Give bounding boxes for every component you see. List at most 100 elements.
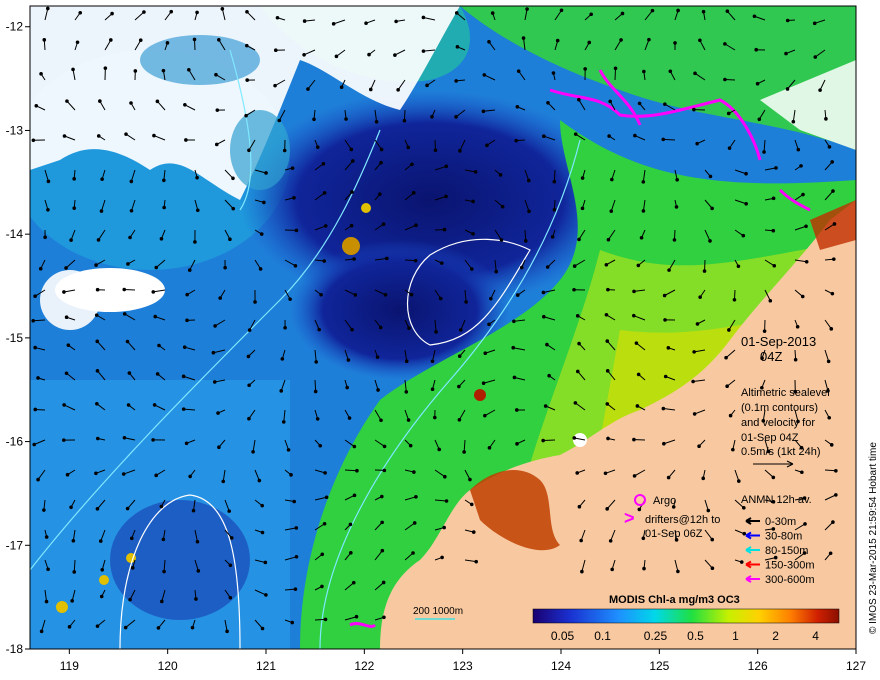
colorbar-tick-label: 0.5	[687, 629, 704, 643]
velocity-arrow-head	[583, 67, 587, 71]
x-axis: 119 120 121 122 123 124 125 126 127	[60, 649, 866, 673]
velocity-arrow-head	[432, 415, 437, 420]
velocity-arrow-head	[803, 522, 807, 526]
velocity-arrow-head	[129, 536, 134, 541]
velocity-arrow-head	[826, 359, 831, 364]
velocity-arrow-head	[650, 8, 655, 13]
velocity-arrow-head	[555, 38, 560, 43]
velocity-arrow-head	[129, 101, 133, 105]
velocity-arrow-head	[512, 375, 517, 380]
velocity-arrow-head	[320, 584, 324, 589]
velocity-arrow-head	[159, 236, 164, 241]
velocity-arrow-head	[64, 266, 68, 270]
velocity-arrow-head	[129, 208, 134, 213]
velocity-arrow-head	[345, 385, 349, 390]
velocity-arrow-head	[62, 134, 67, 138]
velocity-arrow-head	[95, 339, 100, 344]
velocity-arrow-head	[812, 21, 817, 26]
velocity-arrow-head	[404, 359, 409, 364]
velocity-arrow-head	[483, 351, 488, 356]
velocity-arrow-head	[575, 471, 580, 475]
velocity-arrow-head	[521, 36, 526, 40]
velocity-arrow-head	[469, 502, 474, 507]
velocity-arrow-head	[46, 6, 50, 11]
velocity-arrow-head	[757, 117, 762, 122]
velocity-arrow-head	[245, 78, 250, 82]
velocity-arrow-head	[604, 312, 609, 317]
velocity-arrow-head	[727, 146, 732, 150]
velocity-arrow-head	[559, 8, 564, 13]
velocity-arrow-head	[755, 81, 760, 86]
velocity-arrow-head	[726, 111, 731, 116]
velocity-arrow-head	[322, 521, 327, 526]
velocity-arrow-head	[575, 369, 580, 374]
velocity-arrow-head	[666, 346, 671, 350]
velocity-arrow-head	[741, 233, 746, 238]
velocity-arrow-head	[161, 68, 166, 73]
velocity-arrow-head	[129, 179, 134, 184]
y-tick-label: -13	[6, 123, 24, 137]
velocity-arrow-head	[263, 560, 268, 565]
velocity-arrow-head	[95, 369, 100, 373]
velocity-arrow-head	[483, 413, 487, 418]
velocity-arrow-head	[96, 134, 101, 138]
velocity-arrow-head	[317, 327, 321, 332]
velocity-arrow-head	[605, 507, 609, 511]
velocity-arrow-head	[214, 142, 219, 147]
velocity-arrow-head	[94, 471, 98, 476]
velocity-arrow-head	[762, 329, 767, 333]
velocity-arrow-head	[409, 292, 414, 297]
velocity-arrow-head	[292, 499, 297, 504]
velocity-arrow-head	[580, 569, 584, 574]
velocity-arrow-head	[220, 7, 225, 11]
velocity-arrow-head	[99, 594, 104, 599]
velocity-arrow-head	[290, 166, 295, 170]
velocity-arrow-head	[632, 313, 636, 318]
velocity-arrow-head	[438, 296, 443, 301]
velocity-arrow-head	[312, 117, 316, 122]
velocity-arrow-head	[489, 296, 493, 301]
velocity-arrow-head	[126, 262, 130, 266]
velocity-arrow-head	[801, 192, 805, 197]
velocity-arrow-head	[824, 117, 828, 121]
velocity-arrow-head	[187, 268, 192, 272]
velocity-arrow-head	[162, 569, 166, 574]
velocity-arrow-head	[353, 293, 358, 297]
velocity-arrow-head	[352, 493, 357, 498]
velocity-arrow-head	[414, 495, 418, 499]
velocity-arrow-head	[577, 97, 581, 102]
velocity-arrow-head	[258, 267, 263, 271]
velocity-arrow-head	[127, 371, 132, 375]
map-time: 04Z	[760, 349, 782, 364]
velocity-arrow-head	[550, 235, 555, 239]
velocity-arrow-head	[294, 554, 299, 559]
velocity-arrow-head	[744, 201, 748, 206]
velocity-arrow-head	[731, 447, 735, 452]
velocity-arrow-head	[411, 191, 416, 195]
velocity-arrow-head	[633, 133, 637, 138]
velocity-arrow-head	[636, 372, 641, 377]
velocity-arrow-head	[290, 620, 295, 625]
y-tick-label: -16	[6, 435, 24, 449]
velocity-arrow-head	[514, 138, 519, 143]
velocity-arrow-head	[541, 290, 546, 295]
y-tick-label: -14	[6, 227, 24, 241]
velocity-arrow-head	[830, 160, 834, 164]
velocity-arrow-head	[247, 328, 252, 332]
velocity-arrow-head	[279, 389, 284, 393]
velocity-arrow-head	[796, 147, 801, 152]
velocity-arrow-head	[499, 238, 504, 242]
velocity-arrow-head	[123, 625, 128, 630]
velocity-arrow-head	[607, 134, 611, 138]
velocity-arrow-head	[182, 345, 187, 349]
velocity-arrow-head	[444, 164, 449, 169]
velocity-arrow-head	[462, 450, 466, 454]
velocity-arrow-head	[724, 355, 728, 360]
velocity-arrow-head	[632, 474, 637, 478]
velocity-arrow-head	[828, 551, 833, 556]
velocity-arrow-head	[710, 206, 714, 211]
velocity-arrow-head	[672, 238, 677, 242]
velocity-arrow-head	[225, 629, 229, 634]
velocity-arrow-head	[732, 298, 737, 302]
velocity-arrow-head	[259, 232, 264, 236]
